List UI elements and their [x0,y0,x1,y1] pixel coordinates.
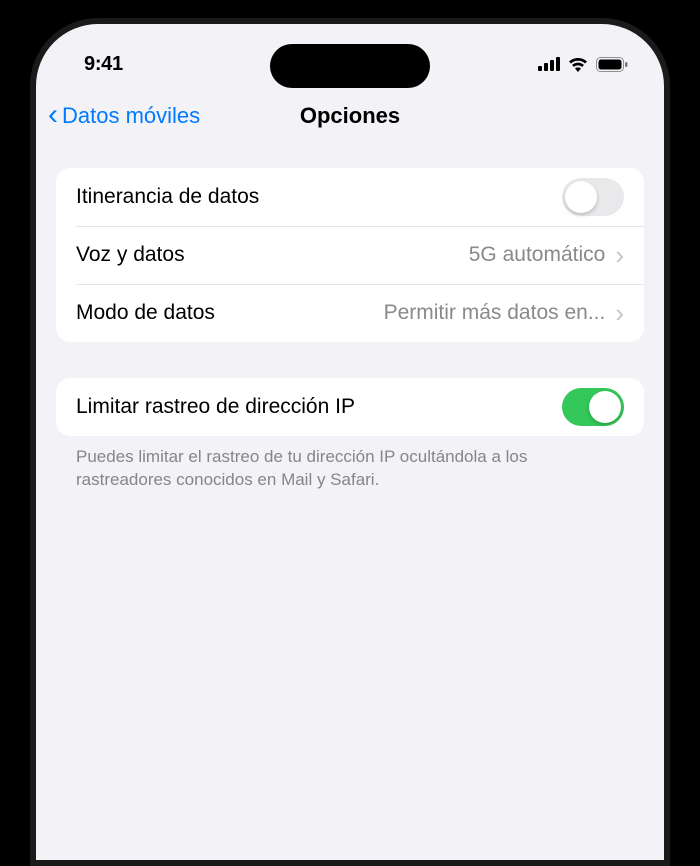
phone-body: 9:41 ‹ Datos móviles [30,18,670,866]
phone-screen: 9:41 ‹ Datos móviles [36,24,664,860]
row-value: Permitir más datos en... [374,301,606,325]
row-label: Itinerancia de datos [76,185,259,209]
row-data-mode[interactable]: Modo de datos Permitir más datos en... › [56,284,644,342]
data-roaming-toggle[interactable] [562,178,624,216]
settings-group-privacy: Limitar rastreo de dirección IP [56,378,644,436]
chevron-right-icon: › [615,242,624,268]
chevron-left-icon: ‹ [48,100,58,130]
page-title: Opciones [300,103,400,129]
chevron-right-icon: › [615,300,624,326]
row-voice-and-data[interactable]: Voz y datos 5G automático › [56,226,644,284]
limit-ip-tracking-toggle[interactable] [562,388,624,426]
row-limit-ip-tracking[interactable]: Limitar rastreo de dirección IP [56,378,644,436]
back-label: Datos móviles [62,103,200,129]
settings-group-cellular: Itinerancia de datos Voz y datos 5G auto… [56,168,644,342]
battery-icon [596,57,628,72]
dynamic-island [270,44,430,88]
navigation-bar: ‹ Datos móviles Opciones [36,88,664,144]
content: Itinerancia de datos Voz y datos 5G auto… [36,144,664,492]
wifi-icon [567,56,589,72]
row-label: Limitar rastreo de dirección IP [76,395,355,419]
toggle-knob [565,181,597,213]
toggle-knob [589,391,621,423]
row-label: Voz y datos [76,243,185,267]
back-button[interactable]: ‹ Datos móviles [48,103,200,130]
row-data-roaming[interactable]: Itinerancia de datos [56,168,644,226]
row-value: 5G automático [459,243,606,267]
group-footer-text: Puedes limitar el rastreo de tu direcció… [56,446,644,492]
status-indicators [538,56,628,72]
cellular-signal-icon [538,57,560,71]
row-label: Modo de datos [76,301,215,325]
phone-frame: 9:41 ‹ Datos móviles [0,0,700,866]
status-time: 9:41 [84,53,123,76]
